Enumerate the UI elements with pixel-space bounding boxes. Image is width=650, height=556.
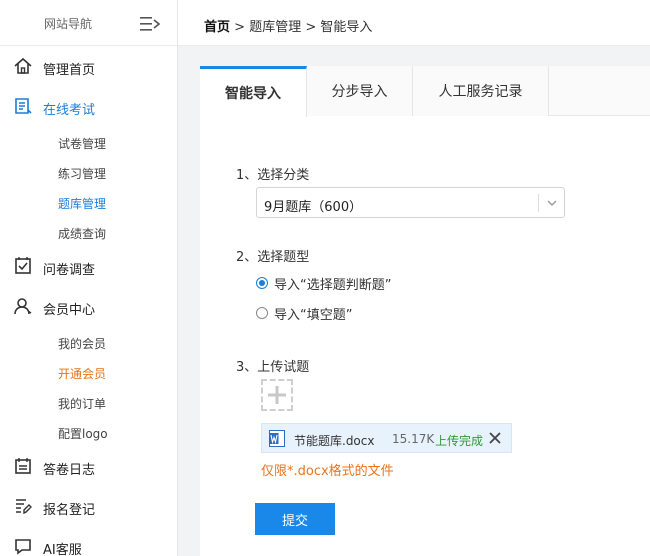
file-size: 15.17K <box>392 432 435 446</box>
top-bar: 首页 > 题库管理 > 智能导入 <box>178 0 650 46</box>
sidebar-item-label: 报名登记 <box>43 503 96 518</box>
sidebar-title: 网站导航 <box>44 17 93 31</box>
radio-button[interactable] <box>256 307 268 319</box>
word-doc-icon <box>269 430 285 447</box>
category-select-value: 9月题库（600） <box>264 200 363 215</box>
upload-button[interactable] <box>261 379 293 411</box>
uploaded-file: 节能题库.docx 15.17K 上传完成 <box>261 423 512 453</box>
step2-label: 2、选择题型 <box>236 250 310 265</box>
radio-choice-judge[interactable]: 导入“选择题判断题” <box>256 274 392 293</box>
edit-list-icon <box>16 499 32 515</box>
sidebar-sub-question-bank[interactable]: 题库管理 <box>58 195 106 215</box>
breadcrumb-separator: > <box>234 20 246 35</box>
sidebar: 网站导航 管理首页 在线考试 试卷管理 练习管理 题库管理 成绩查询 问卷调查 … <box>0 0 178 556</box>
breadcrumb-home[interactable]: 首页 <box>204 20 230 35</box>
exam-doc-icon <box>15 98 32 114</box>
sidebar-item-ai-service[interactable]: AI客服 <box>0 532 178 556</box>
sidebar-item-label: AI客服 <box>43 543 82 556</box>
sidebar-item-home[interactable]: 管理首页 <box>0 52 178 82</box>
sidebar-sub-my-members[interactable]: 我的会员 <box>58 335 106 355</box>
sidebar-item-registration[interactable]: 报名登记 <box>0 492 178 522</box>
tab-step-import[interactable]: 分步导入 <box>307 66 413 116</box>
sidebar-sub-logo[interactable]: 配置logo <box>58 425 108 445</box>
breadcrumb-question-bank[interactable]: 题库管理 <box>249 20 301 35</box>
radio-fill-blank[interactable]: 导入“填空题” <box>256 304 353 323</box>
upload-status: 上传完成 <box>435 434 484 448</box>
home-icon <box>14 57 32 74</box>
sidebar-item-answer-log[interactable]: 答卷日志 <box>0 452 178 482</box>
breadcrumb-current: 智能导入 <box>320 20 373 35</box>
breadcrumb-separator: > <box>305 20 317 35</box>
sidebar-item-survey[interactable]: 问卷调查 <box>0 252 178 282</box>
file-name: 节能题库.docx <box>294 434 375 448</box>
select-divider <box>538 194 539 212</box>
radio-label: 导入“选择题判断题” <box>274 277 392 293</box>
chevron-down-icon <box>547 200 557 206</box>
chat-bubble-icon <box>15 539 31 555</box>
sidebar-sub-scores[interactable]: 成绩查询 <box>58 225 106 245</box>
sidebar-item-label: 会员中心 <box>43 303 96 318</box>
plus-icon <box>268 386 286 404</box>
sidebar-item-label: 在线考试 <box>43 103 96 118</box>
submit-button[interactable]: 提交 <box>255 503 335 535</box>
calendar-list-icon <box>15 458 31 474</box>
collapse-menu-icon[interactable] <box>140 16 160 32</box>
category-select[interactable]: 9月题库（600） <box>256 187 565 218</box>
sidebar-sub-open-member[interactable]: 开通会员 <box>58 365 106 385</box>
tab-manual-service-records[interactable]: 人工服务记录 <box>413 66 549 116</box>
sidebar-item-label: 管理首页 <box>43 63 96 78</box>
user-icon <box>14 298 32 315</box>
step3-label: 3、上传试题 <box>236 360 310 375</box>
sidebar-item-member[interactable]: 会员中心 <box>0 292 178 322</box>
tab-bar: 智能导入 分步导入 人工服务记录 <box>200 66 650 117</box>
sidebar-header: 网站导航 <box>0 0 177 46</box>
tab-smart-import[interactable]: 智能导入 <box>200 66 307 117</box>
file-format-hint: 仅限*.docx格式的文件 <box>261 464 394 479</box>
sidebar-item-label: 问卷调查 <box>43 263 96 278</box>
sidebar-item-exam[interactable]: 在线考试 <box>0 92 178 122</box>
sidebar-sub-practice[interactable]: 练习管理 <box>58 165 106 185</box>
close-icon[interactable] <box>488 431 502 445</box>
step1-label: 1、选择分类 <box>236 168 310 183</box>
radio-button[interactable] <box>256 277 268 289</box>
sidebar-sub-paper[interactable]: 试卷管理 <box>58 135 106 155</box>
import-panel: 智能导入 分步导入 人工服务记录 1、选择分类 9月题库（600） 2、选择题型… <box>200 66 650 556</box>
checkbox-icon <box>15 257 31 274</box>
breadcrumb: 首页 > 题库管理 > 智能导入 <box>204 16 372 35</box>
radio-label: 导入“填空题” <box>274 307 353 323</box>
sidebar-sub-orders[interactable]: 我的订单 <box>58 395 106 415</box>
sidebar-item-label: 答卷日志 <box>43 463 96 478</box>
